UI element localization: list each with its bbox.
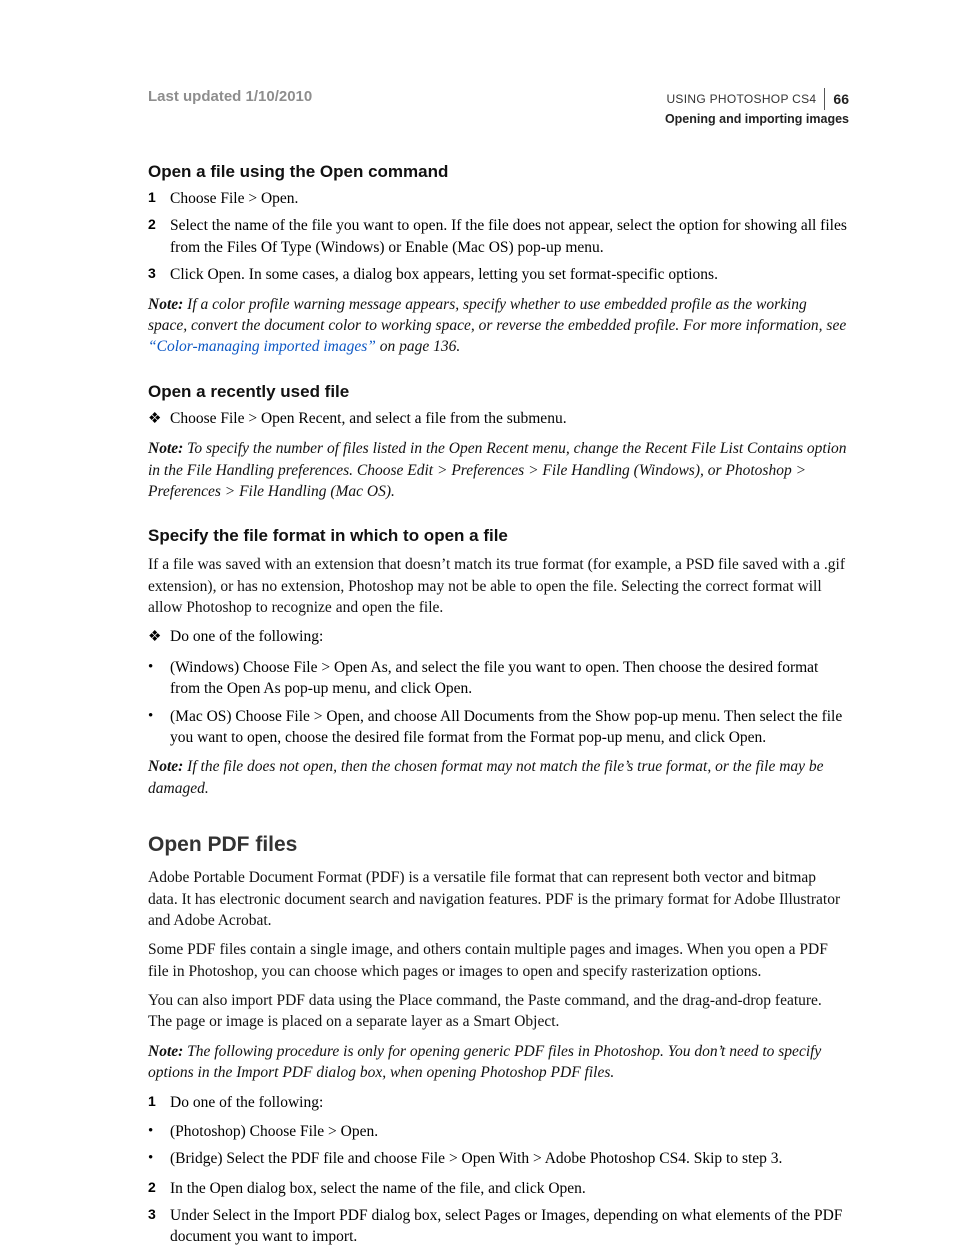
step-text: Choose File > Open. [170,188,849,209]
note-text: To specify the number of files listed in… [148,440,847,500]
step-text: Under Select in the Import PDF dialog bo… [170,1205,849,1248]
intro-paragraph: If a file was saved with an extension th… [148,554,849,618]
bullet-text: (Windows) Choose File > Open As, and sel… [170,657,849,700]
list-item: 1Do one of the following: [148,1092,849,1113]
note-paragraph: Note: The following procedure is only fo… [148,1041,849,1084]
list-item: ❖Choose File > Open Recent, and select a… [148,408,849,431]
note-label: Note: [148,296,187,313]
bullet-icon: • [148,1148,170,1169]
bullet-text: (Photoshop) Choose File > Open. [170,1121,849,1142]
bullet-text: (Mac OS) Choose File > Open, and choose … [170,706,849,749]
open-pdf-steps: 1Do one of the following: [148,1092,849,1113]
step-number: 2 [148,215,170,258]
book-title: USING PHOTOSHOP CS4 [666,92,816,106]
body-paragraph: Adobe Portable Document Format (PDF) is … [148,867,849,931]
page-number: 66 [833,91,849,107]
color-managing-link[interactable]: “Color-managing imported images” [148,338,376,355]
list-item: ❖Do one of the following: [148,626,849,649]
header-right: USING PHOTOSHOP CS4 66 Opening and impor… [665,88,849,126]
last-updated: Last updated 1/10/2010 [148,88,312,105]
note-label: Note: [148,758,187,775]
bullet-icon: • [148,657,170,700]
recent-file-bullet: ❖Choose File > Open Recent, and select a… [148,408,849,431]
note-paragraph: Note: If the file does not open, then th… [148,756,849,799]
open-pdf-options: •(Photoshop) Choose File > Open. •(Bridg… [148,1121,849,1170]
diamond-bullet-icon: ❖ [148,626,170,649]
heading-open-pdf: Open PDF files [148,833,849,857]
note-text: The following procedure is only for open… [148,1043,821,1081]
list-item: •(Photoshop) Choose File > Open. [148,1121,849,1142]
specify-format-options: •(Windows) Choose File > Open As, and se… [148,657,849,749]
step-number: 3 [148,1205,170,1248]
note-label: Note: [148,440,187,457]
step-number: 1 [148,1092,170,1113]
list-item: 1Choose File > Open. [148,188,849,209]
bullet-text: Do one of the following: [170,626,849,649]
note-text: If the file does not open, then the chos… [148,758,824,796]
bullet-icon: • [148,1121,170,1142]
list-item: •(Windows) Choose File > Open As, and se… [148,657,849,700]
heading-open-command: Open a file using the Open command [148,162,849,182]
list-item: 3Under Select in the Import PDF dialog b… [148,1205,849,1248]
list-item: 3Click Open. In some cases, a dialog box… [148,264,849,285]
bullet-text: (Bridge) Select the PDF file and choose … [170,1148,849,1169]
open-pdf-steps-cont: 2In the Open dialog box, select the name… [148,1178,849,1248]
list-item: 2In the Open dialog box, select the name… [148,1178,849,1199]
list-item: 2Select the name of the file you want to… [148,215,849,258]
heading-specify-format: Specify the file format in which to open… [148,526,849,546]
note-paragraph: Note: If a color profile warning message… [148,294,849,358]
body-paragraph: Some PDF files contain a single image, a… [148,939,849,982]
step-number: 3 [148,264,170,285]
page-content: Open a file using the Open command 1Choo… [148,162,849,1248]
open-command-steps: 1Choose File > Open. 2Select the name of… [148,188,849,286]
diamond-bullet-icon: ❖ [148,408,170,431]
note-text: If a color profile warning message appea… [148,296,846,334]
step-text: In the Open dialog box, select the name … [170,1178,849,1199]
list-item: •(Mac OS) Choose File > Open, and choose… [148,706,849,749]
list-item: •(Bridge) Select the PDF file and choose… [148,1148,849,1169]
page-header: Last updated 1/10/2010 USING PHOTOSHOP C… [148,88,849,126]
document-page: Last updated 1/10/2010 USING PHOTOSHOP C… [0,0,954,1235]
note-text: on page 136. [376,338,460,355]
step-number: 1 [148,188,170,209]
step-text: Do one of the following: [170,1092,849,1113]
bullet-icon: • [148,706,170,749]
step-number: 2 [148,1178,170,1199]
note-paragraph: Note: To specify the number of files lis… [148,438,849,502]
chapter-name: Opening and importing images [665,112,849,126]
note-label: Note: [148,1043,187,1060]
step-text: Click Open. In some cases, a dialog box … [170,264,849,285]
step-text: Select the name of the file you want to … [170,215,849,258]
bullet-text: Choose File > Open Recent, and select a … [170,408,849,431]
heading-recently-used: Open a recently used file [148,382,849,402]
vertical-divider-icon [824,88,825,110]
specify-format-lead: ❖Do one of the following: [148,626,849,649]
body-paragraph: You can also import PDF data using the P… [148,990,849,1033]
